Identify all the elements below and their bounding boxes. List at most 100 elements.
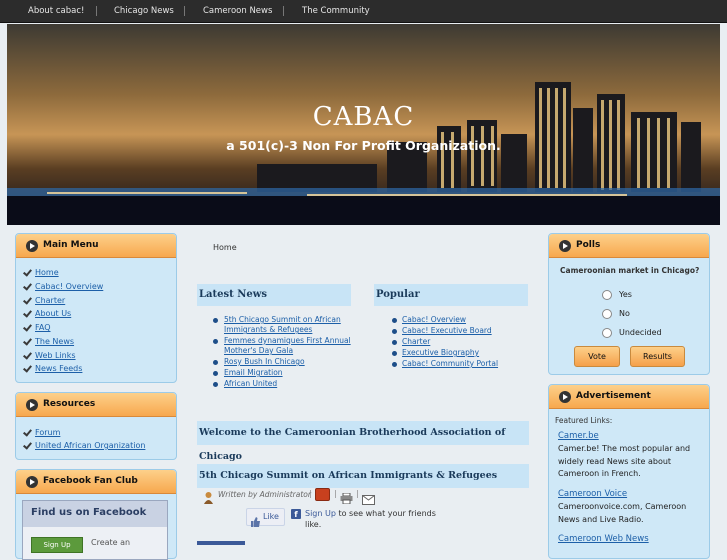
welcome-header: Welcome to the Cameroonian Brotherhood A… (197, 421, 529, 462)
menu-item-web-links[interactable]: Web Links (35, 351, 76, 360)
thumbs-up-icon (251, 512, 260, 527)
bullet-icon (213, 360, 218, 365)
checkmark-icon (24, 351, 33, 358)
latest-news-header: Latest News (197, 284, 351, 306)
checkmark-icon (24, 282, 33, 289)
polls-header: Polls (549, 234, 709, 258)
nav-about-cabac[interactable]: About cabac! (28, 0, 84, 23)
main-menu-title: Main Menu (43, 240, 99, 250)
popular-item-charter[interactable]: Charter (402, 337, 430, 347)
polls-box: Polls Cameroonian market in Chicago? Yes… (548, 233, 710, 375)
ad-link-cameroon-web-news[interactable]: Cameroon Web News (558, 534, 649, 544)
bullet-icon (213, 371, 218, 376)
author-separator: | (309, 489, 312, 498)
arrow-right-icon (559, 391, 571, 403)
poll-radio-no[interactable] (602, 309, 612, 319)
popular-item-executive-board[interactable]: Cabac! Executive Board (402, 326, 492, 336)
ad-link-camer-be[interactable]: Camer.be (558, 431, 599, 441)
bullet-icon (392, 329, 397, 334)
news-item-mothers-day-gala[interactable]: Femmes dynamiques First Annual Mother's … (224, 336, 354, 356)
results-button[interactable]: Results (630, 346, 685, 367)
checkmark-icon (24, 428, 33, 435)
advertisement-header: Advertisement (549, 385, 709, 409)
news-item-chicago-summit[interactable]: 5th Chicago Summit on African Immigrants… (224, 315, 354, 335)
facebook-icon: f (291, 509, 301, 519)
nav-the-community[interactable]: The Community (302, 0, 370, 23)
resources-box: Resources Forum United African Organizat… (15, 392, 177, 460)
poll-question: Cameroonian market in Chicago? (560, 266, 700, 275)
ad-desc-cameroon-voice: Cameroonvoice.com, Cameroon News and Liv… (558, 502, 687, 524)
facebook-fan-club-title: Facebook Fan Club (43, 476, 138, 486)
advertisement-box: Advertisement Featured Links: Camer.be C… (548, 384, 710, 559)
bullet-icon (213, 318, 218, 323)
resource-link-united-african-organization[interactable]: United African Organization (35, 441, 145, 450)
nav-separator (283, 6, 284, 16)
facebook-widget-title: Find us on Facebook (31, 507, 147, 518)
bullet-icon (213, 339, 218, 344)
bullet-icon (392, 362, 397, 367)
arrow-right-icon (559, 240, 571, 252)
ad-link-cameroon-voice[interactable]: Cameroon Voice (558, 489, 627, 499)
nav-separator (184, 6, 185, 16)
news-item-african-united[interactable]: African United (224, 379, 354, 389)
print-icon[interactable] (340, 489, 353, 505)
resources-title: Resources (43, 399, 96, 409)
like-label: Like (263, 512, 279, 521)
main-menu-header: Main Menu (16, 234, 176, 258)
ad-desc-camer-be: Camer.be! The most popular and widely re… (558, 444, 691, 478)
like-button[interactable]: Like (246, 508, 285, 527)
popular-header: Popular (374, 284, 528, 306)
article-author: Written by Administrator (218, 490, 311, 499)
facebook-sign-up-button[interactable]: Sign Up (31, 537, 83, 553)
welcome-title: Welcome to the Cameroonian Brotherhood A… (199, 427, 506, 462)
menu-item-the-news[interactable]: The News (35, 337, 74, 346)
resource-link-forum[interactable]: Forum (35, 428, 60, 437)
poll-radio-undecided[interactable] (602, 328, 612, 338)
vote-button[interactable]: Vote (574, 346, 620, 367)
article-header: 5th Chicago Summit on African Immigrants… (197, 464, 529, 488)
menu-item-news-feeds[interactable]: News Feeds (35, 364, 82, 373)
pdf-separator: | (334, 489, 337, 498)
facebook-create-text: Create an (91, 538, 131, 547)
facebook-fan-club-header: Facebook Fan Club (16, 470, 176, 494)
bullet-icon (392, 340, 397, 345)
featured-links-label: Featured Links: (555, 416, 613, 425)
facebook-widget-header: Find us on Facebook (23, 501, 167, 527)
author-icon (203, 489, 214, 504)
breadcrumb[interactable]: Home (213, 243, 237, 252)
popular-item-cabac-overview[interactable]: Cabac! Overview (402, 315, 466, 325)
email-icon[interactable] (362, 490, 375, 505)
menu-item-home[interactable]: Home (35, 268, 59, 277)
popular-item-executive-biography[interactable]: Executive Biography (402, 348, 479, 358)
news-item-rosy-bush[interactable]: Rosy Bush In Chicago (224, 357, 354, 367)
popular-item-community-portal[interactable]: Cabac! Community Portal (402, 359, 498, 369)
facebook-fan-club-box: Facebook Fan Club Find us on Facebook Si… (15, 469, 177, 560)
site-title: CABAC (312, 102, 415, 132)
arrow-right-icon (26, 399, 38, 411)
menu-item-about-us[interactable]: About Us (35, 309, 71, 318)
pdf-icon[interactable] (315, 488, 330, 501)
nav-cameroon-news[interactable]: Cameroon News (203, 0, 272, 23)
nav-chicago-news[interactable]: Chicago News (114, 0, 174, 23)
checkmark-icon (24, 441, 33, 448)
bullet-icon (392, 318, 397, 323)
poll-option-no: No (619, 309, 630, 318)
facebook-widget: Find us on Facebook Sign Up Create an (22, 500, 168, 560)
news-item-email-migration[interactable]: Email Migration (224, 368, 354, 378)
poll-option-yes: Yes (619, 290, 632, 299)
checkmark-icon (24, 309, 33, 316)
like-signup-text: Sign Up to see what your friends like. (305, 508, 440, 530)
main-menu-box: Main Menu Home Cabac! Overview Charter A… (15, 233, 177, 383)
bullet-icon (213, 382, 218, 387)
menu-item-charter[interactable]: Charter (35, 296, 65, 305)
menu-item-cabac-overview[interactable]: Cabac! Overview (35, 282, 103, 291)
menu-item-faq[interactable]: FAQ (35, 323, 51, 332)
arrow-right-icon (26, 476, 38, 488)
checkmark-icon (24, 268, 33, 275)
like-signup-link[interactable]: Sign Up (305, 509, 336, 518)
checkmark-icon (24, 364, 33, 371)
poll-radio-yes[interactable] (602, 290, 612, 300)
article-title[interactable]: 5th Chicago Summit on African Immigrants… (199, 464, 497, 488)
polls-title: Polls (576, 240, 601, 250)
bottom-bar-stub (197, 541, 245, 545)
